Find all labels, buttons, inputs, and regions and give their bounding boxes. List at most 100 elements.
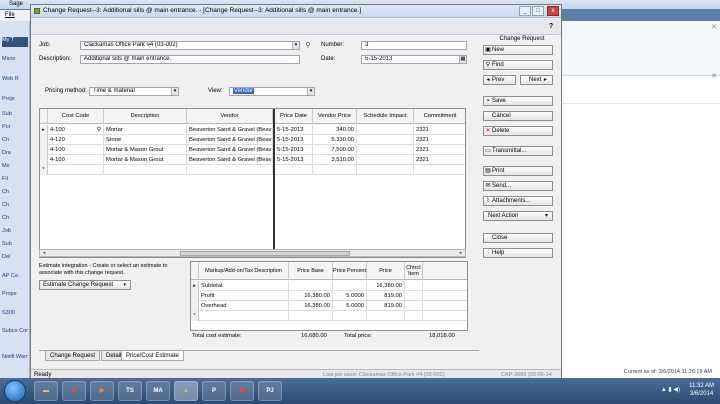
cell-description[interactable]: Mortar & Mason Grout <box>104 155 187 165</box>
cell-contract-item[interactable] <box>405 281 423 291</box>
grid-horizontal-scrollbar[interactable]: ◂ ▸ <box>39 249 466 257</box>
cell-markup-description[interactable]: Overhead <box>199 301 289 311</box>
markup-row[interactable]: Profit 16,380.00 5.0000 819.00 <box>191 291 467 301</box>
cell-description[interactable]: Mortar & Mason Grout <box>104 145 187 155</box>
col-contract-item[interactable]: Chtrct Item <box>405 262 423 280</box>
cell-description[interactable]: Mortar <box>104 125 187 135</box>
cell-cost-code[interactable] <box>48 165 104 175</box>
cell-vendor[interactable]: Beaverton Sand & Gravel (Beav <box>187 135 273 145</box>
cell-price-percent[interactable] <box>333 311 367 321</box>
cell-markup-description[interactable]: Subtotal <box>199 281 289 291</box>
search-icon[interactable]: ⚲ <box>97 125 101 135</box>
attachments-button[interactable]: ⌇ Attachments... <box>483 196 553 206</box>
cell-contract-item[interactable] <box>405 301 423 311</box>
col-price-percent[interactable]: Price Percent <box>333 262 367 280</box>
nav-item-prope[interactable]: Prope <box>2 291 28 307</box>
scroll-right-icon[interactable]: ▸ <box>457 250 465 256</box>
cell-price-date[interactable]: 5-15-2013 <box>275 135 313 145</box>
col-description[interactable]: Description <box>104 109 187 124</box>
view-select[interactable]: Vendor ▾ <box>229 87 315 96</box>
markup-new-row[interactable]: * <box>191 311 467 321</box>
cell-schedule-impact[interactable] <box>357 125 414 135</box>
cell-price-base[interactable] <box>289 311 333 321</box>
menu-file[interactable]: File <box>5 12 15 18</box>
maximize-button[interactable]: □ <box>532 6 544 16</box>
chevron-down-icon[interactable]: ▾ <box>292 42 299 49</box>
prev-button[interactable]: ◂ Prev <box>483 75 516 85</box>
markup-row[interactable]: Overhead 16,380.00 5.0000 819.00 <box>191 301 467 311</box>
cell-description[interactable] <box>104 165 187 175</box>
cell-price[interactable]: 819.00 <box>367 301 405 311</box>
cell-vendor-price[interactable]: 340.00 <box>313 125 357 135</box>
scroll-left-icon[interactable]: ◂ <box>40 250 48 256</box>
nav-item-s300[interactable]: S300 <box>2 310 28 326</box>
cell-contract-item[interactable] <box>405 291 423 301</box>
cell-price[interactable]: 819.00 <box>367 291 405 301</box>
transmittal-button[interactable]: ▭Transmittal... <box>483 146 553 156</box>
delete-button[interactable]: ✕Delete <box>483 126 553 136</box>
chevron-down-icon[interactable]: ▾ <box>171 88 178 95</box>
nav-item-subco[interactable]: Subco Comp <box>2 328 28 344</box>
cell-commitment[interactable]: 2321 <box>414 155 465 165</box>
cell-schedule-impact[interactable] <box>357 145 414 155</box>
cell-price-date[interactable]: 5-15-2013 <box>275 155 313 165</box>
minimize-button[interactable]: _ <box>519 6 531 16</box>
table-new-row[interactable]: * <box>40 165 465 175</box>
col-price[interactable]: Price <box>367 262 405 280</box>
pricing-method-select[interactable]: Time & material ▾ <box>89 87 179 96</box>
cell-price-percent[interactable] <box>333 281 367 291</box>
nav-item-web[interactable]: Web R <box>2 76 28 92</box>
table-row[interactable]: 4-120 Stone Beaverton Sand & Gravel (Bea… <box>40 135 465 145</box>
description-field[interactable]: Additional sills @ main entrance. <box>80 55 300 64</box>
cell-vendor-price[interactable]: 7,500.00 <box>313 145 357 155</box>
cell-markup-description[interactable] <box>199 311 289 321</box>
nav-item-proje[interactable]: Proje <box>2 96 28 112</box>
cancel-button[interactable]: Cancel <box>483 111 553 121</box>
cell-markup-description[interactable]: Profit <box>199 291 289 301</box>
close-icon[interactable]: ✕ <box>711 23 717 31</box>
cell-cost-code[interactable]: 4-100 ⚲ <box>48 125 104 135</box>
cell-price-base[interactable]: 16,380.00 <box>289 291 333 301</box>
nav-item-my[interactable]: My T <box>2 37 28 47</box>
save-button[interactable]: ▪ Save <box>483 96 553 106</box>
cell-vendor-price[interactable] <box>313 165 357 175</box>
taskbar-app-explorer[interactable]: ▬ <box>34 381 58 401</box>
cell-schedule-impact[interactable] <box>357 135 414 145</box>
col-cost-code[interactable]: Cost Code <box>48 109 104 124</box>
new-button[interactable]: ▣New <box>483 45 553 55</box>
cell-vendor-price[interactable]: 3,510.00 <box>313 155 357 165</box>
table-row[interactable]: 4-100 Mortar & Mason Grout Beaverton San… <box>40 155 465 165</box>
tray-icons[interactable]: ▲ ▮ ◀) <box>661 386 680 393</box>
date-field[interactable]: 5-15-2013 ▦ <box>361 55 467 64</box>
cell-cost-code[interactable]: 4-100 <box>48 145 104 155</box>
cell-price[interactable]: 16,380.00 <box>367 281 405 291</box>
cell-vendor-price[interactable]: 5,330.00 <box>313 135 357 145</box>
cell-vendor[interactable]: Beaverton Sand & Gravel (Beav <box>187 155 273 165</box>
cell-commitment[interactable]: 2321 <box>414 125 465 135</box>
next-button[interactable]: Next ▸ <box>520 75 553 85</box>
nav-item-notifi[interactable]: Notifi Warni <box>2 354 28 370</box>
cell-commitment[interactable]: 2321 <box>414 135 465 145</box>
job-field[interactable]: Clackamas Office Park #4 (03-002) ▾ <box>80 41 300 50</box>
print-button[interactable]: ▤Print <box>483 166 553 176</box>
cell-price-date[interactable] <box>275 165 313 175</box>
taskbar-clock[interactable]: 11:32 AM 3/6/2014 <box>689 382 714 398</box>
taskbar-app-pj[interactable]: PJ <box>258 381 282 401</box>
cell-price-date[interactable]: 5-15-2013 <box>275 145 313 155</box>
col-price-date[interactable]: Price Date <box>275 109 313 124</box>
send-button[interactable]: ✉Send... <box>483 181 553 191</box>
cell-price-percent[interactable]: 5.0000 <box>333 301 367 311</box>
cell-price-percent[interactable]: 5.0000 <box>333 291 367 301</box>
table-row[interactable]: ▸ 4-100 ⚲ Mortar Beaverton Sand & Gravel … <box>40 125 465 135</box>
help-button[interactable]: Help <box>483 248 553 258</box>
taskbar-app-chrome[interactable]: ◉ <box>62 381 86 401</box>
nav-item-ap[interactable]: AP Ca <box>2 273 28 289</box>
cell-commitment[interactable] <box>414 165 465 175</box>
taskbar-app-ts[interactable]: TS <box>118 381 142 401</box>
col-price-base[interactable]: Price Base <box>289 262 333 280</box>
col-commitment[interactable]: Commitment <box>414 109 465 124</box>
taskbar-app-media[interactable]: ▶ <box>90 381 114 401</box>
cell-contract-item[interactable] <box>405 311 423 321</box>
col-vendor-price[interactable]: Vendor Price <box>313 109 357 124</box>
table-row[interactable]: 4-100 Mortar & Mason Grout Beaverton San… <box>40 145 465 155</box>
